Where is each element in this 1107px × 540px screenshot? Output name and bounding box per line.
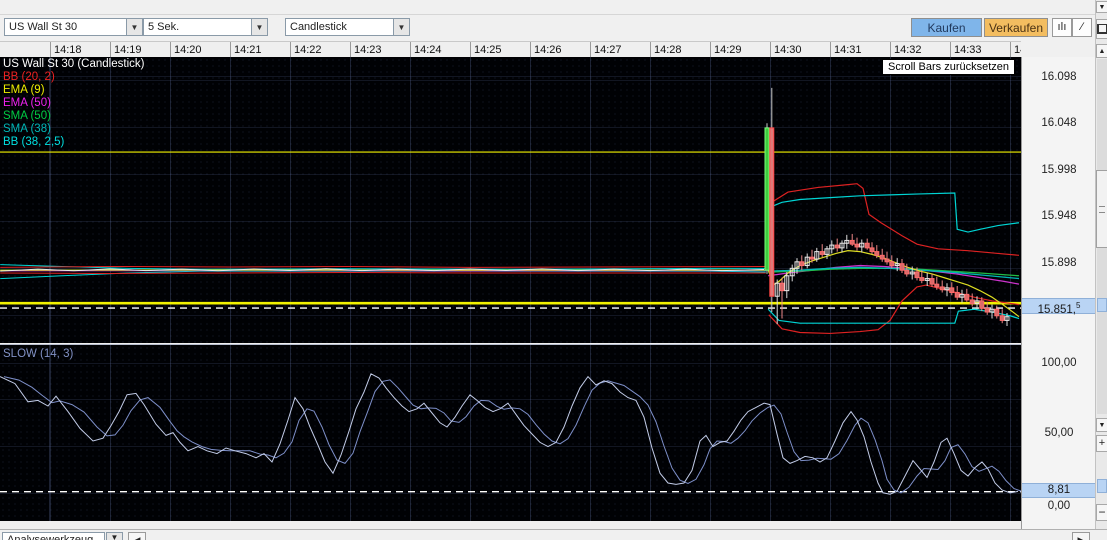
time-label: 14:33 — [954, 44, 982, 56]
indicator-panel[interactable]: SLOW (14, 3) — [0, 344, 1021, 522]
time-tick — [950, 42, 951, 58]
stoch-marker-strip — [1097, 479, 1107, 493]
bottom-toolbar: Analysewerkzeug ▼ ◀ ▶ — [0, 529, 1107, 540]
legend-item: SMA (38) — [3, 123, 51, 135]
time-label: 14:24 — [414, 44, 442, 56]
chart-type-dropdown[interactable]: Candlestick ▼ — [285, 18, 410, 36]
analysis-tool-dropdown[interactable]: Analysewerkzeug — [2, 532, 105, 540]
legend-item: US Wall St 30 (Candlestick) — [3, 58, 145, 70]
chevron-down-icon[interactable]: ▼ — [393, 18, 410, 36]
time-tick — [830, 42, 831, 58]
time-label: 14:25 — [474, 44, 502, 56]
legend-item: EMA (50) — [3, 97, 51, 109]
time-tick — [410, 42, 411, 58]
interval-value[interactable]: 5 Sek. — [143, 18, 251, 36]
price-tick-label: 16.048 — [1041, 117, 1077, 130]
time-tick — [50, 42, 51, 58]
vertical-scrollbar-handle[interactable] — [1096, 170, 1107, 248]
time-label: 14:18 — [54, 44, 82, 56]
chevron-down-icon[interactable]: ▼ — [251, 18, 268, 36]
scroll-down-button[interactable]: ▼ — [1096, 418, 1107, 432]
time-tick — [230, 42, 231, 58]
time-label: 14:22 — [294, 44, 322, 56]
indicator-canvas[interactable] — [0, 345, 1021, 521]
time-label: 14:27 — [594, 44, 622, 56]
instrument-value[interactable]: US Wall St 30 — [4, 18, 126, 36]
sell-button[interactable]: Verkaufen — [984, 18, 1048, 37]
legend-item: SMA (50) — [3, 110, 51, 122]
line-chart-icon-button[interactable]: ∕ — [1072, 18, 1092, 37]
time-tick — [590, 42, 591, 58]
chart-type-value[interactable]: Candlestick — [285, 18, 393, 36]
chevron-down-icon[interactable]: ▼ — [126, 18, 143, 36]
right-scroll-strip: ▼ ▲ ▼ + − ↻ — [1095, 0, 1107, 540]
time-tick — [890, 42, 891, 58]
scroll-up-button[interactable]: ▲ — [1096, 44, 1107, 58]
legend-item: BB (38, 2,5) — [3, 136, 65, 148]
legend-item: BB (20, 2) — [3, 71, 55, 83]
current-price-badge: 15.851,5 — [1022, 298, 1096, 316]
time-tick — [350, 42, 351, 58]
current-stoch-badge: 8,81 — [1022, 482, 1096, 498]
price-tick-label: 15.998 — [1041, 163, 1077, 176]
stoch-zero-label: 0,00 — [1047, 500, 1071, 512]
time-tick — [470, 42, 471, 58]
reset-scrollbars-tooltip: Scroll Bars zurücksetzen — [882, 59, 1016, 75]
interval-dropdown[interactable]: 5 Sek. ▼ — [143, 18, 268, 36]
time-label: 14:32 — [894, 44, 922, 56]
time-tick — [290, 42, 291, 58]
restore-window-button[interactable] — [1096, 19, 1107, 39]
time-label: 14:30 — [774, 44, 802, 56]
buy-button[interactable]: Kaufen — [911, 18, 982, 37]
time-tick — [110, 42, 111, 58]
time-label: 14:23 — [354, 44, 382, 56]
time-tick — [710, 42, 711, 58]
time-label: 14:21 — [234, 44, 262, 56]
tick-chart-icon-button[interactable]: ıǀı — [1052, 18, 1072, 37]
time-label: 14: — [1014, 44, 1021, 56]
time-label: 14:19 — [114, 44, 142, 56]
time-tick — [1010, 42, 1011, 58]
window-top-strip — [0, 0, 1107, 15]
time-label: 14:28 — [654, 44, 682, 56]
time-label: 14:20 — [174, 44, 202, 56]
time-label: 14:29 — [714, 44, 742, 56]
legend-item: EMA (9) — [3, 84, 45, 96]
price-tick-label: 16.098 — [1041, 70, 1077, 83]
price-tick-label: 15.898 — [1041, 256, 1077, 269]
scroll-left-button[interactable]: ◀ — [128, 532, 146, 540]
chevron-down-icon[interactable]: ▼ — [106, 532, 123, 540]
instrument-dropdown[interactable]: US Wall St 30 ▼ — [4, 18, 143, 36]
zoom-out-button[interactable]: − — [1096, 504, 1107, 521]
time-tick — [170, 42, 171, 58]
stochastic-legend: SLOW (14, 3) — [3, 348, 74, 360]
scroll-right-button[interactable]: ▶ — [1072, 532, 1090, 540]
restore-icon — [1097, 24, 1107, 34]
stoch-tick-label: 100,00 — [1041, 357, 1077, 369]
chart-legend: US Wall St 30 (Candlestick) BB (20, 2) EMA… — [3, 58, 144, 149]
price-axis[interactable]: 15.851,5 8,81 0,00 16.098 16.048 15.998 15.… — [1021, 57, 1096, 530]
time-tick — [650, 42, 651, 58]
collapse-panel-button[interactable]: ▼ — [1096, 1, 1107, 13]
zoom-in-button[interactable]: + — [1096, 435, 1107, 452]
price-marker-strip — [1097, 298, 1107, 312]
time-label: 14:31 — [834, 44, 862, 56]
main-chart-panel[interactable]: US Wall St 30 (Candlestick) BB (20, 2) EMA… — [0, 57, 1021, 343]
time-tick — [770, 42, 771, 58]
time-label: 14:26 — [534, 44, 562, 56]
trading-platform-window: US Wall St 30 ▼ 5 Sek. ▼ Candlestick ▼ K… — [0, 0, 1107, 540]
time-tick — [530, 42, 531, 58]
stoch-tick-label: 50,00 — [1044, 427, 1074, 439]
chart-toolbar: US Wall St 30 ▼ 5 Sek. ▼ Candlestick ▼ K… — [0, 15, 1107, 40]
price-tick-label: 15.948 — [1041, 210, 1077, 223]
main-chart-canvas[interactable] — [0, 57, 1021, 343]
